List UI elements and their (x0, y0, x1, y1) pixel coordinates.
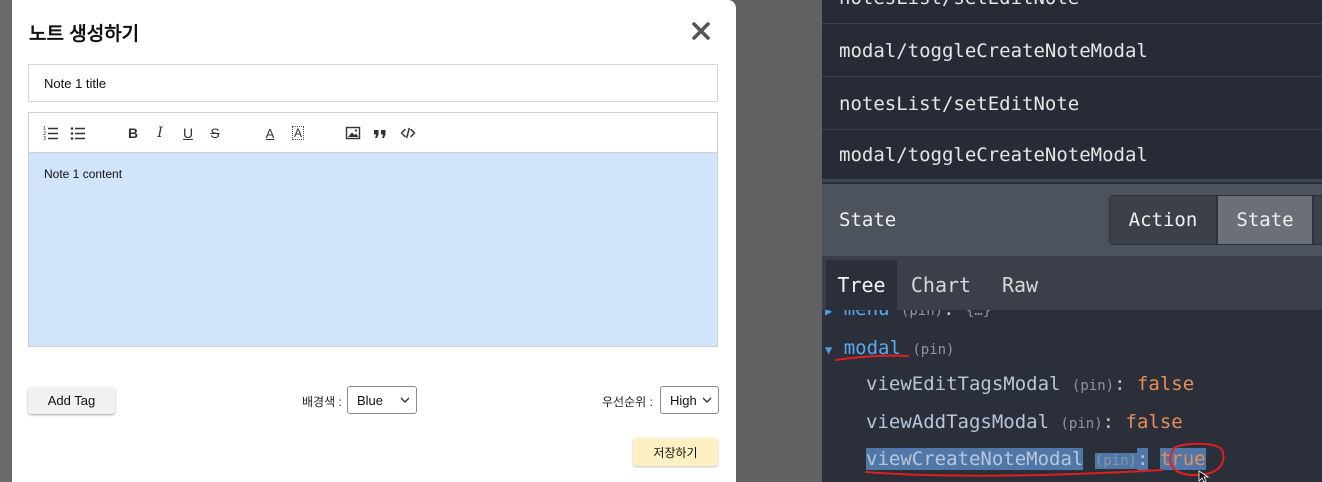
highlight-button[interactable]: A (287, 123, 309, 143)
code-button[interactable] (397, 123, 419, 143)
tree-node-view-edit-tags-modal[interactable]: viewEditTagsModal (pin): false (866, 373, 1194, 395)
tree-colon: : (1136, 448, 1149, 470)
code-icon (400, 127, 416, 139)
highlight-icon: A (291, 126, 304, 140)
quote-icon (374, 130, 386, 138)
tree-node-view-create-note-modal[interactable]: viewCreateNoteModal (pin): true (866, 448, 1206, 470)
bg-color-label: 배경색 : (302, 395, 342, 409)
action-list-item[interactable]: notesList/setEditNote (822, 78, 1322, 130)
font-color-icon: A (265, 125, 275, 141)
close-icon (692, 22, 710, 40)
note-title-input[interactable] (28, 64, 718, 102)
editor-content-text: Note 1 content (44, 167, 123, 181)
action-list-item[interactable]: modal/toggleCreateNoteModal (822, 130, 1322, 182)
tree-key: viewAddTagsModal (866, 411, 1050, 433)
bold-icon: B (127, 125, 139, 141)
action-list-item[interactable]: modal/toggleCreateNoteModal (822, 25, 1322, 77)
mouse-cursor-icon (1198, 470, 1210, 482)
font-color-button[interactable]: A (259, 123, 281, 143)
backdrop-left (0, 0, 12, 482)
tree-colon: : (1102, 411, 1115, 433)
pin-button[interactable]: (pin) (1060, 416, 1102, 432)
bg-color-select[interactable]: Blue (347, 386, 417, 414)
bullet-list-button[interactable] (67, 123, 89, 143)
bullet-list-icon (70, 127, 85, 140)
pin-button[interactable]: (pin) (901, 310, 943, 319)
tree-key: menu (844, 310, 890, 320)
inspector-title: State (839, 209, 897, 231)
pin-button[interactable]: (pin) (1072, 378, 1114, 394)
collapse-arrow-icon: ▼ (825, 343, 833, 357)
image-button[interactable] (342, 123, 364, 143)
underline-button[interactable]: U (177, 123, 199, 143)
tab-chart[interactable]: Chart (902, 260, 980, 310)
modal-title: 노트 생성하기 (29, 24, 140, 45)
tree-colon: : (943, 310, 954, 320)
inspector-header: State Action State (822, 184, 1322, 256)
segment-action[interactable]: Action (1109, 195, 1217, 245)
create-note-modal: 노트 생성하기 1 2 3 (12, 0, 736, 482)
priority-label: 우선순위 : (602, 395, 653, 409)
tab-raw[interactable]: Raw (988, 260, 1052, 310)
state-tree: ▶ menu (pin): {…} ▼ modal (pin) viewEdit… (822, 310, 1322, 482)
italic-icon: I (157, 125, 163, 141)
pin-button[interactable]: (pin) (912, 342, 954, 358)
underline-icon: U (182, 125, 194, 141)
chevron-down-icon (702, 397, 712, 403)
inspector-tabs: Tree Chart Raw (822, 256, 1322, 310)
pin-button[interactable]: (pin) (1094, 453, 1137, 469)
chevron-down-icon (400, 397, 410, 403)
tree-key: viewEditTagsModal (866, 373, 1061, 395)
image-icon (345, 126, 361, 140)
bold-button[interactable]: B (122, 123, 144, 143)
tree-value: false (1136, 373, 1195, 395)
add-tag-button[interactable]: Add Tag (28, 387, 115, 414)
tree-key: viewCreateNoteModal (866, 448, 1084, 470)
italic-button[interactable]: I (149, 123, 171, 143)
strikethrough-icon: S (210, 125, 220, 141)
tree-node-menu[interactable]: ▶ menu (pin): {…} (825, 310, 991, 320)
priority-select-value: High (670, 392, 697, 408)
priority-select[interactable]: High (660, 386, 719, 414)
close-button[interactable] (688, 18, 714, 44)
save-button[interactable]: 저장하기 (633, 438, 718, 466)
strikethrough-button[interactable]: S (204, 123, 226, 143)
tree-value: {…} (965, 310, 992, 319)
quote-button[interactable] (369, 123, 391, 143)
expand-arrow-icon: ▶ (825, 310, 833, 318)
ordered-list-icon: 1 2 3 (43, 126, 58, 141)
action-list-item[interactable]: notesList/setEditNote (822, 0, 1322, 24)
tree-colon: : (1114, 373, 1126, 395)
tab-tree[interactable]: Tree (826, 260, 897, 310)
tree-key: modal (843, 337, 901, 359)
svg-text:3: 3 (43, 136, 46, 141)
editor-content-area[interactable]: Note 1 content (29, 153, 717, 346)
segment-diff-edge[interactable] (1313, 195, 1322, 245)
bg-color-select-value: Blue (357, 392, 384, 408)
tree-node-modal[interactable]: ▼ modal (pin) (825, 337, 955, 359)
editor-toolbar: 1 2 3 B I U S A A (29, 113, 717, 153)
ordered-list-button[interactable]: 1 2 3 (40, 123, 62, 143)
tree-value: false (1125, 411, 1183, 433)
note-editor: 1 2 3 B I U S A A Note 1 content (28, 112, 718, 347)
redux-devtools-panel: notesList/setEditNote modal/toggleCreate… (822, 0, 1322, 482)
segment-state[interactable]: State (1217, 195, 1313, 245)
tree-value: true (1159, 448, 1206, 470)
backdrop-overlay (736, 0, 822, 482)
tree-node-view-add-tags-modal[interactable]: viewAddTagsModal (pin): false (866, 411, 1183, 433)
